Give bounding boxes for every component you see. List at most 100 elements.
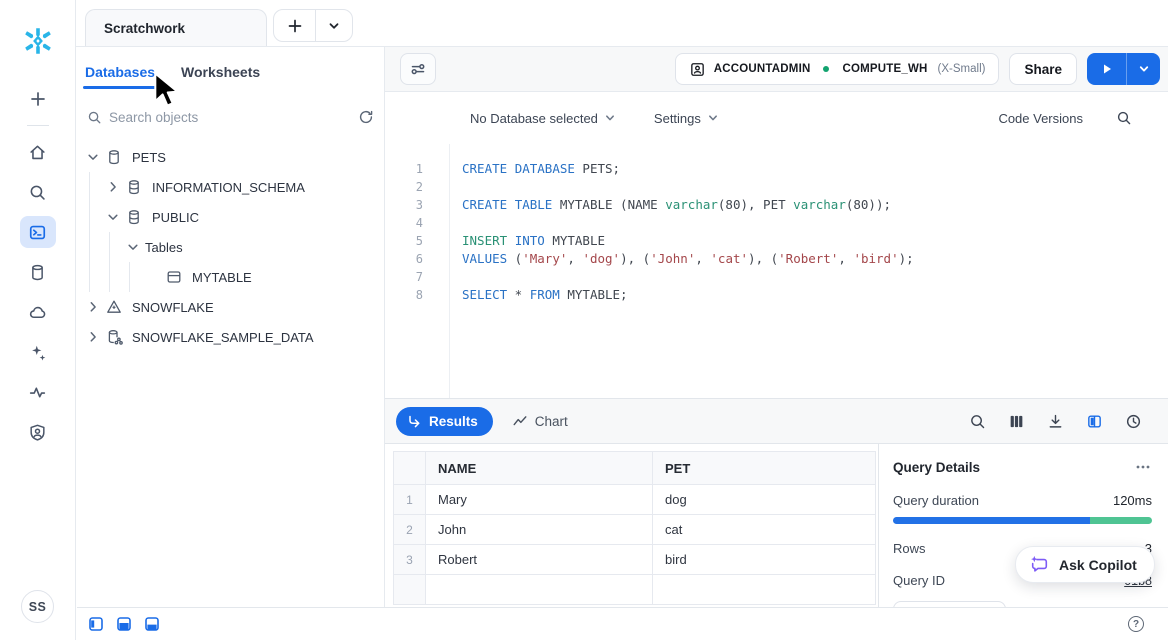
database-icon [105,148,123,166]
code-line[interactable]: CREATE DATABASE PETS; [462,160,1168,178]
results-arrow-icon [407,414,422,429]
data-nav-icon[interactable] [20,256,56,288]
chevron-right-icon[interactable] [85,329,101,345]
ask-copilot-button[interactable]: Ask Copilot [1015,546,1155,583]
copilot-chat-icon [1029,554,1050,575]
settings-menu[interactable]: Settings [654,111,719,126]
tab-results[interactable]: Results [396,407,493,436]
search-input[interactable] [109,110,358,125]
chevron-right-icon[interactable] [105,179,121,195]
schema-icon [125,178,143,196]
share-button[interactable]: Share [1009,53,1077,85]
chevron-right-icon[interactable] [85,299,101,315]
sql-editor[interactable]: 12345678 CREATE DATABASE PETS; CREATE TAB… [385,144,1168,398]
columns-icon[interactable] [1008,413,1025,430]
chevron-down-icon[interactable] [125,239,141,255]
split-panel-icon[interactable] [1086,413,1103,430]
line-number: 5 [385,232,449,250]
tree-item-snowflake_sample_data[interactable]: SNOWFLAKE_SAMPLE_DATA [76,322,384,352]
tab-databases[interactable]: Databases [85,64,155,89]
tree-item-label: PETS [132,150,166,165]
code-line[interactable]: SELECT * FROM MYTABLE; [462,286,1168,304]
activity-icon[interactable] [20,376,56,408]
table-cell[interactable]: Robert [426,545,653,575]
table-cell[interactable]: Mary [426,485,653,515]
table-cell[interactable]: bird [653,545,876,575]
overflow-menu-icon[interactable] [1134,458,1152,476]
tree-item-tables[interactable]: Tables [76,232,384,262]
table-row[interactable]: 3Robertbird [394,545,876,575]
table-row[interactable]: 2Johncat [394,515,876,545]
toggle-results-panel-icon[interactable] [145,617,159,631]
worksheet-tab[interactable]: Scratchwork [85,9,267,47]
results-table: NAMEPET 1Marydog2Johncat3Robertbird [393,451,876,605]
chevron-down-icon[interactable] [85,149,101,165]
warehouse-label: COMPUTE_WH [842,63,927,75]
toggle-left-panel-icon[interactable] [89,617,103,631]
database-selector[interactable]: No Database selected [470,111,616,126]
table-cell[interactable]: dog [653,485,876,515]
download-icon[interactable] [1047,413,1064,430]
code-line[interactable] [462,178,1168,196]
ai-sparkles-icon[interactable] [20,336,56,368]
editor-search-icon[interactable] [1116,110,1132,126]
rail-divider [27,125,49,126]
line-number-gutter: 12345678 [385,144,450,398]
table-row[interactable]: 1Marydog [394,485,876,515]
row-number: 3 [394,545,426,575]
table-row-empty [394,575,876,605]
sliders-icon [409,60,427,78]
refresh-icon[interactable] [358,109,374,125]
code-line[interactable] [462,268,1168,286]
history-clock-icon[interactable] [1125,413,1142,430]
code-line[interactable]: CREATE TABLE MYTABLE (NAME varchar(80), … [462,196,1168,214]
tab-list-dropdown-icon[interactable] [315,10,352,41]
worksheets-nav-icon[interactable] [20,216,56,248]
role-warehouse-selector[interactable]: ACCOUNTADMIN COMPUTE_WH (X-Small) [675,53,1000,85]
column-header-name[interactable]: NAME [426,452,653,485]
code-line[interactable]: INSERT INTO MYTABLE [462,232,1168,250]
line-number: 7 [385,268,449,286]
table-cell[interactable]: John [426,515,653,545]
table-icon [165,268,183,286]
tree-item-snowflake[interactable]: SNOWFLAKE [76,292,384,322]
code-line[interactable] [462,214,1168,232]
help-icon[interactable]: ? [1128,616,1144,632]
tree-item-mytable[interactable]: MYTABLE [76,262,384,292]
results-table-container: NAMEPET 1Marydog2Johncat3Robertbird [385,444,878,607]
cloud-nav-icon[interactable] [20,296,56,328]
results-tab-label: Results [429,414,478,429]
query-duration-label: Query duration [893,493,979,508]
user-avatar[interactable]: SS [21,590,54,623]
create-new-icon[interactable] [20,83,56,115]
tree-item-public[interactable]: PUBLIC [76,202,384,232]
tree-item-pets[interactable]: PETS [76,142,384,172]
admin-shield-icon[interactable] [20,416,56,448]
chevron-down-icon [604,112,616,124]
snowflake-logo-icon[interactable] [23,26,53,56]
database-selector-label: No Database selected [470,111,598,126]
tree-item-label: MYTABLE [192,270,252,285]
code-line[interactable]: VALUES ('Mary', 'dog'), ('John', 'cat'),… [462,250,1168,268]
table-header-row: NAMEPET [394,452,876,485]
tab-worksheets[interactable]: Worksheets [181,64,260,89]
tab-chart[interactable]: Chart [512,413,568,429]
results-search-icon[interactable] [969,413,986,430]
table-cell[interactable]: cat [653,515,876,545]
code-versions-link[interactable]: Code Versions [998,111,1083,126]
database-share-icon [105,328,123,346]
new-tab-button[interactable] [274,10,315,41]
chevron-down-icon[interactable] [105,209,121,225]
tree-item-information_schema[interactable]: INFORMATION_SCHEMA [76,172,384,202]
run-options-button[interactable] [1126,53,1160,85]
object-tree: PETS INFORMATION_SCHEMAPUBLICTables MYTABL… [76,142,384,352]
chevron-down-icon [1138,63,1150,75]
run-button[interactable] [1087,53,1126,85]
column-header-pet[interactable]: PET [653,452,876,485]
context-bar: ACCOUNTADMIN COMPUTE_WH (X-Small) Share [385,46,1168,92]
home-icon[interactable] [20,136,56,168]
search-nav-icon[interactable] [20,176,56,208]
filters-button[interactable] [400,53,436,85]
toggle-editor-panel-icon[interactable] [117,617,131,631]
chart-tab-label: Chart [535,414,568,429]
